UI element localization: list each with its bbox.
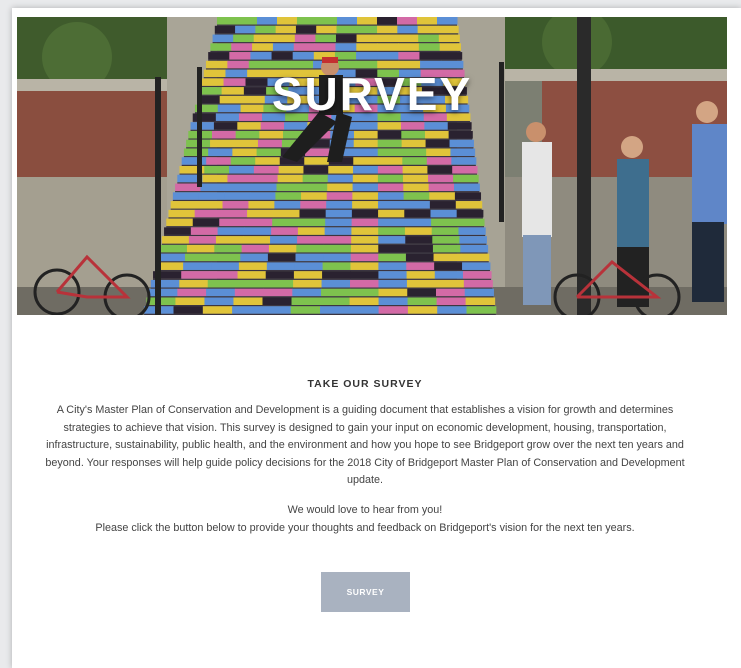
hero-banner: SURVEY <box>17 17 727 315</box>
hero-title: SURVEY <box>271 68 473 120</box>
instruction-line: Please click the button below to provide… <box>95 521 635 534</box>
section-description: A City's Master Plan of Conservation and… <box>45 404 685 487</box>
survey-button[interactable]: SURVEY <box>321 572 410 612</box>
person-blue-top <box>617 136 649 307</box>
invite-line: We would love to hear from you! <box>287 503 443 516</box>
survey-section: TAKE OUR SURVEY A City's Master Plan of … <box>40 378 690 537</box>
section-heading: TAKE OUR SURVEY <box>307 378 423 390</box>
lamp-post <box>577 17 591 315</box>
person-white-shirt <box>522 122 552 305</box>
hero-photo <box>17 17 727 315</box>
person-blue-shirt <box>692 101 727 302</box>
